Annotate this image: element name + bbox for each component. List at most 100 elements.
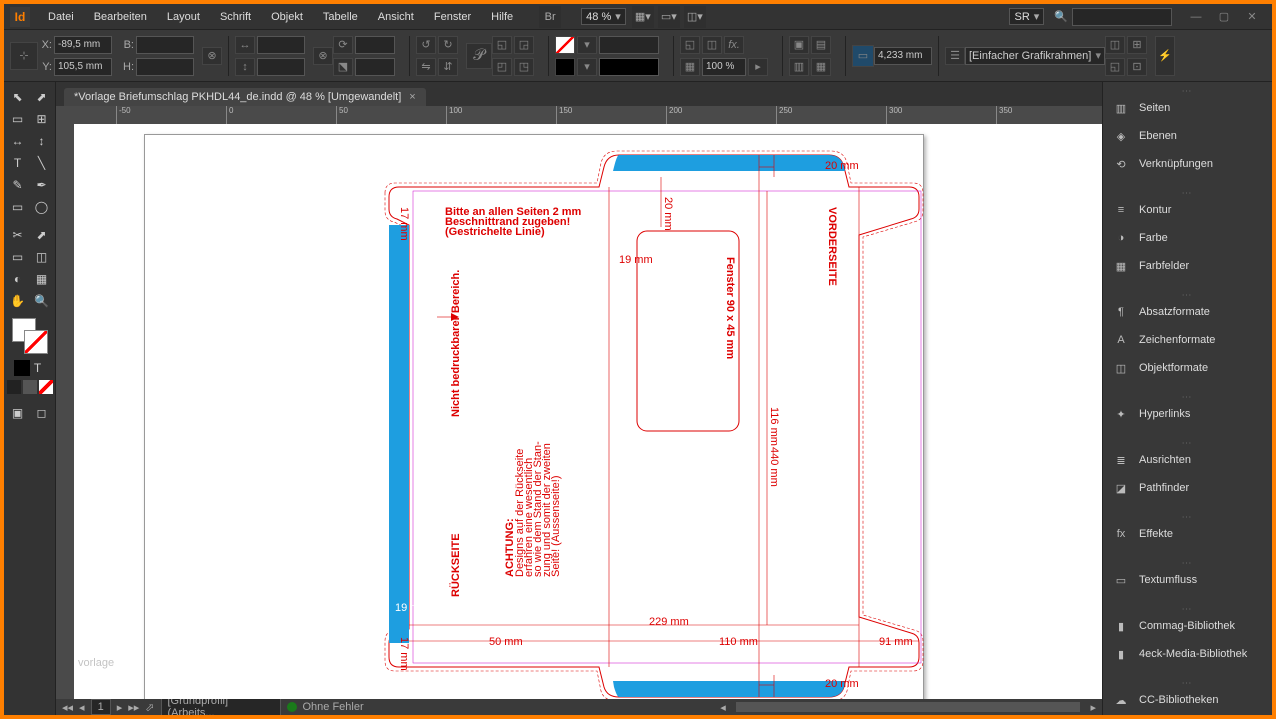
page-nav-last-icon[interactable]: ▸▸ [128, 701, 139, 714]
scroll-left-icon[interactable]: ◂ [720, 701, 726, 714]
panel-ausrichten[interactable]: ≣Ausrichten [1103, 446, 1272, 474]
rotate-input[interactable] [355, 36, 395, 54]
panel-farbe[interactable]: ◑Farbe [1103, 224, 1272, 252]
document-tab[interactable]: *Vorlage Briefumschlag PKHDL44_de.indd @… [64, 88, 426, 106]
panel-kontur[interactable]: ≡Kontur [1103, 196, 1272, 224]
opacity-dd-icon[interactable]: ▸ [748, 58, 768, 76]
select-prev-icon[interactable]: ◰ [492, 58, 512, 76]
rotate-ccw-icon[interactable]: ↺ [416, 36, 436, 54]
horizontal-ruler[interactable]: -50050100150200250300350 [56, 106, 1102, 124]
vertical-ruler[interactable] [56, 124, 74, 699]
panel-grip-icon[interactable] [1103, 438, 1272, 446]
panel-objektformate[interactable]: ◫Objektformate [1103, 354, 1272, 382]
corner-icon[interactable]: ◱ [680, 36, 700, 54]
panel-grip-icon[interactable] [1103, 290, 1272, 298]
stroke-dd-icon[interactable]: ▾ [577, 58, 597, 76]
gap-tool[interactable]: ⊞ [30, 108, 54, 130]
free-transform-tool[interactable]: ⬈ [30, 224, 54, 246]
menu-hilfe[interactable]: Hilfe [481, 4, 523, 30]
rotate-icon[interactable]: ⟳ [333, 36, 353, 54]
scroll-right-icon[interactable]: ▸ [1090, 701, 1096, 714]
panel-verkn-pfungen[interactable]: ⟲Verknüpfungen [1103, 150, 1272, 178]
stroke-weight-input[interactable] [874, 47, 932, 65]
panel-farbfelder[interactable]: ▦Farbfelder [1103, 252, 1272, 280]
wrap-jump-icon[interactable]: ▦ [811, 58, 831, 76]
opacity-input[interactable] [702, 58, 746, 76]
swap-fill-icon[interactable] [23, 380, 37, 394]
constrain-icon[interactable]: ⊗ [202, 47, 222, 65]
pen-tool[interactable]: ✎ [6, 174, 30, 196]
apply-color-icon[interactable] [14, 360, 30, 376]
scale-x-icon[interactable]: ↔ [235, 36, 255, 54]
zoom-tool[interactable]: 🔍 [30, 290, 54, 312]
panel-cc-bibliotheken[interactable]: ☁CC-Bibliotheken [1103, 686, 1272, 714]
view-options-icon[interactable]: ▦▾ [632, 6, 654, 28]
panel-grip-icon[interactable] [1103, 678, 1272, 686]
shear-icon[interactable]: ⬔ [333, 58, 353, 76]
maximize-button[interactable]: ▢ [1210, 7, 1238, 27]
line-tool[interactable]: ╲ [30, 152, 54, 174]
screen-mode-icon[interactable]: ▭▾ [658, 6, 680, 28]
panel-grip-icon[interactable] [1103, 512, 1272, 520]
object-style-icon[interactable]: ☰ [945, 47, 965, 65]
page-nav-fwd-icon[interactable]: ▸ [117, 701, 123, 714]
gradient-swatch-tool[interactable]: ▭ [6, 246, 30, 268]
content-collector-tool[interactable]: ↔ [6, 130, 30, 152]
panel-pathfinder[interactable]: ◪Pathfinder [1103, 474, 1272, 502]
fill-stroke-proxy[interactable] [12, 318, 48, 354]
color-theme-tool[interactable]: ▦ [30, 268, 54, 290]
shear-input[interactable] [355, 58, 395, 76]
panel-textumfluss[interactable]: ▭Textumfluss [1103, 566, 1272, 594]
gradient-feather-tool[interactable]: ◫ [30, 246, 54, 268]
open-icon[interactable]: ⬀ [145, 701, 154, 714]
menu-ansicht[interactable]: Ansicht [368, 4, 424, 30]
hand-tool[interactable]: ✋ [6, 290, 30, 312]
panel-grip-icon[interactable] [1103, 392, 1272, 400]
fill-swatch-icon[interactable] [555, 36, 575, 54]
menu-objekt[interactable]: Objekt [261, 4, 313, 30]
stroke-weight-icon[interactable]: ▭ [852, 45, 874, 67]
fill-dd-icon[interactable]: ▾ [577, 36, 597, 54]
help-search-input[interactable] [1072, 8, 1172, 26]
apply-none-icon[interactable] [39, 380, 53, 394]
fill-tint-input[interactable] [599, 36, 659, 54]
panel-grip-icon[interactable] [1103, 86, 1272, 94]
scale-x-input[interactable] [257, 36, 305, 54]
y-input[interactable] [54, 58, 112, 76]
panel-grip-icon[interactable] [1103, 188, 1272, 196]
transform-icon[interactable]: ◱ [1105, 58, 1125, 76]
opacity-icon[interactable]: ▦ [680, 58, 700, 76]
flip-h-icon[interactable]: ⇋ [416, 58, 436, 76]
panel-grip-icon[interactable] [1103, 558, 1272, 566]
pencil-tool[interactable]: ✒ [30, 174, 54, 196]
page-nav-prev-icon[interactable]: ◂◂ [62, 701, 73, 714]
scissors-tool[interactable]: ✂ [6, 224, 30, 246]
close-tab-icon[interactable]: × [409, 91, 415, 103]
menu-schrift[interactable]: Schrift [210, 4, 261, 30]
panel-grip-icon[interactable] [1103, 604, 1272, 612]
stroke-style-combo[interactable] [599, 58, 659, 76]
clip-icon[interactable]: ⊡ [1127, 58, 1147, 76]
wrap-bound-icon[interactable]: ▤ [811, 36, 831, 54]
content-placer-tool[interactable]: ↕ [30, 130, 54, 152]
object-style-combo[interactable]: [Einfacher Grafikrahmen]▾ [965, 47, 1105, 65]
panel-hyperlinks[interactable]: ✦Hyperlinks [1103, 400, 1272, 428]
fx-icon[interactable]: fx. [724, 36, 744, 54]
wrap-none-icon[interactable]: ▣ [789, 36, 809, 54]
select-next-icon[interactable]: ◳ [514, 58, 534, 76]
rectangle-frame-tool[interactable]: ▭ [6, 196, 30, 218]
page-number-field[interactable]: 1 [91, 699, 111, 715]
panel-effekte[interactable]: fxEffekte [1103, 520, 1272, 548]
distribute-icon[interactable]: ⊞ [1127, 36, 1147, 54]
panel-seiten[interactable]: ▥Seiten [1103, 94, 1272, 122]
h-input[interactable] [136, 58, 194, 76]
horizontal-scrollbar[interactable] [736, 702, 1081, 712]
note-tool[interactable]: ◐ [6, 268, 30, 290]
selection-tool[interactable]: ⬉ [6, 86, 30, 108]
zoom-level-combo[interactable]: 48 %▾ [581, 8, 626, 25]
panel-zeichenformate[interactable]: AZeichenformate [1103, 326, 1272, 354]
select-container-icon[interactable]: ◱ [492, 36, 512, 54]
menu-layout[interactable]: Layout [157, 4, 210, 30]
reference-point-icon[interactable]: ⊹ [10, 42, 38, 70]
rectangle-tool[interactable]: ◯ [30, 196, 54, 218]
